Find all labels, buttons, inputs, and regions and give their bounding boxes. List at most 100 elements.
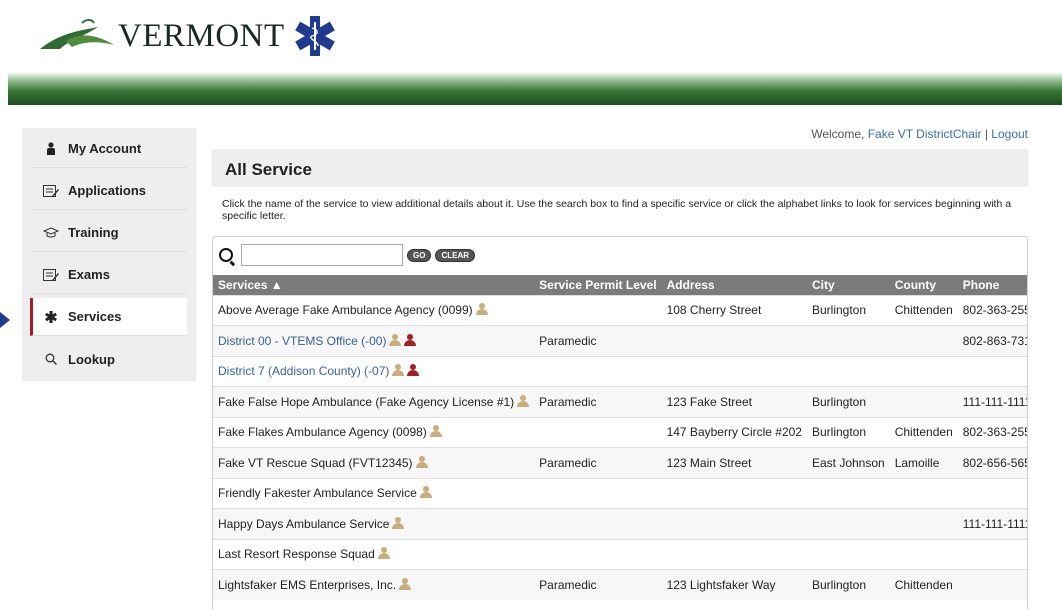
logo-text: VERMONT (118, 17, 285, 54)
sidebar-item-applications[interactable]: Applications (32, 172, 187, 210)
cell-county (889, 325, 958, 356)
sidebar-item-training[interactable]: Training (32, 214, 187, 252)
table-row: Above Average Fake Ambulance Agency (009… (213, 294, 1027, 326)
person-icon (399, 578, 412, 590)
service-name-link[interactable]: Fake False Hope Ambulance (Fake Agency L… (218, 395, 514, 409)
sidebar-item-label: Exams (68, 267, 110, 282)
welcome-separator: | (981, 127, 992, 141)
person-icon (475, 303, 488, 316)
star-of-life-icon (294, 16, 335, 56)
cell-county (889, 538, 958, 570)
welcome-text: Welcome, Fake VT DistrictChair | Logout (811, 127, 1028, 141)
person-icon (389, 333, 402, 346)
vermont-logo[interactable]: VERMONT (38, 10, 337, 62)
cell-phone (957, 569, 1027, 600)
sidebar-item-label: My Account (68, 141, 142, 156)
cell-service-name: Fake VT Rescue Squad (FVT12345) (213, 447, 535, 478)
cell-phone: 802-363-2558 (957, 416, 1027, 448)
person-icon (419, 486, 432, 499)
table-row: Last Resort Response Squad (213, 538, 1027, 570)
cell-service-name: District 00 - VTEMS Office (-00) (213, 325, 535, 356)
page-title: All Service (225, 160, 312, 179)
sidebar-item-exams[interactable]: Exams (32, 256, 187, 294)
welcome-prefix: Welcome, (811, 127, 868, 141)
person-red-icon (404, 333, 417, 346)
cell-permit-level: Paramedic (534, 447, 662, 478)
cell-service-name: Above Average Fake Ambulance Agency (009… (213, 294, 535, 326)
cell-address: 123 Main Street (661, 447, 807, 478)
column-header-services[interactable]: Services ▲ (213, 275, 535, 295)
cell-address: 123 Lightsfaker Way (661, 569, 807, 600)
cell-county (889, 508, 958, 539)
column-header-address[interactable]: Address (661, 275, 807, 295)
table-row: Friendly Fakester Ambulance Service (213, 477, 1027, 509)
service-name-link[interactable]: Friendly Fakester Ambulance Service (218, 486, 417, 500)
cell-permit-level (534, 294, 662, 326)
cell-address (661, 355, 807, 387)
cell-permit-level (534, 538, 662, 570)
table-row: Fake VT Rescue Squad (FVT12345) Paramedic… (213, 447, 1027, 478)
service-name-link[interactable]: Above Average Fake Ambulance Agency (009… (218, 303, 473, 317)
sidebar-item-services[interactable]: Services (30, 298, 187, 336)
sidebar: My Account Applications Training Exams S… (22, 128, 196, 381)
cell-city: Burlington (806, 416, 890, 448)
sidebar-item-lookup[interactable]: Lookup (32, 340, 187, 378)
service-name-link[interactable]: District 00 - VTEMS Office (-00) (218, 334, 386, 348)
person-red-icon (407, 364, 420, 377)
services-panel: GO CLEAR Services ▲ Service Permit Level… (212, 236, 1028, 610)
search-bar: GO CLEAR (219, 244, 476, 266)
form-icon (42, 268, 60, 281)
cell-county: Lamoille (889, 447, 958, 478)
service-name-link[interactable]: Lightsfaker EMS Enterprises, Inc. (218, 578, 396, 592)
table-row: District 7 (Addison County) (-07) (213, 355, 1027, 387)
person-icon (392, 516, 405, 529)
star-of-life-icon (42, 310, 60, 323)
column-header-permit-level[interactable]: Service Permit Level (534, 275, 662, 295)
cell-phone: 802-363-2558 (957, 294, 1027, 326)
service-name-link[interactable]: Fake Flakes Ambulance Agency (0098) (218, 425, 427, 439)
cell-city (806, 477, 890, 509)
form-icon (42, 184, 60, 197)
cell-phone: 111-111-1111 (957, 508, 1027, 539)
search-icon (219, 248, 233, 262)
service-name-link[interactable]: Fake VT Rescue Squad (FVT12345) (218, 456, 413, 470)
column-header-county[interactable]: County (889, 275, 958, 295)
cell-county (889, 355, 958, 387)
page-title-bar: All Service (212, 149, 1028, 187)
cell-permit-level (534, 477, 662, 509)
cell-service-name: Last Resort Response Squad (213, 538, 535, 570)
column-header-phone[interactable]: Phone (957, 275, 1027, 295)
cell-county (889, 386, 958, 417)
cell-phone: 802-863-7310 (957, 325, 1027, 356)
go-button[interactable]: GO (407, 248, 432, 262)
cell-address (661, 325, 807, 356)
search-input[interactable] (241, 244, 403, 266)
cell-phone: 802-656-5656 (957, 447, 1027, 478)
cell-address (661, 477, 807, 509)
cell-county: Chittenden (889, 294, 958, 326)
service-name-link[interactable]: District 7 (Addison County) (-07) (218, 364, 389, 378)
sidebar-item-my-account[interactable]: My Account (32, 130, 187, 168)
logout-link[interactable]: Logout (991, 127, 1028, 141)
person-icon (429, 425, 442, 438)
cell-service-name: Happy Days Ambulance Service (213, 508, 535, 539)
cell-permit-level: Paramedic (534, 386, 662, 417)
cell-city: Burlington (806, 569, 890, 600)
user-name-link[interactable]: Fake VT DistrictChair (868, 127, 982, 141)
cell-phone (957, 355, 1027, 387)
page-description: Click the name of the service to view ad… (222, 198, 1012, 222)
table-row: Happy Days Ambulance Service 111-111-1111 (213, 508, 1027, 539)
cell-service-name: District 7 (Addison County) (-07) (213, 355, 535, 387)
sidebar-item-label: Services (68, 309, 122, 324)
cell-county: Chittenden (889, 569, 958, 600)
service-name-link[interactable]: Last Resort Response Squad (218, 547, 375, 561)
graduation-cap-icon (42, 226, 60, 239)
column-header-city[interactable]: City (806, 275, 890, 295)
person-icon (517, 394, 530, 407)
table-header-row: Services ▲ Service Permit Level Address … (213, 275, 1027, 295)
person-icon (415, 455, 428, 468)
cell-permit-level: Paramedic (534, 569, 662, 600)
clear-button[interactable]: CLEAR (435, 248, 476, 262)
service-name-link[interactable]: Happy Days Ambulance Service (218, 517, 389, 531)
cell-city: Burlington (806, 294, 890, 326)
